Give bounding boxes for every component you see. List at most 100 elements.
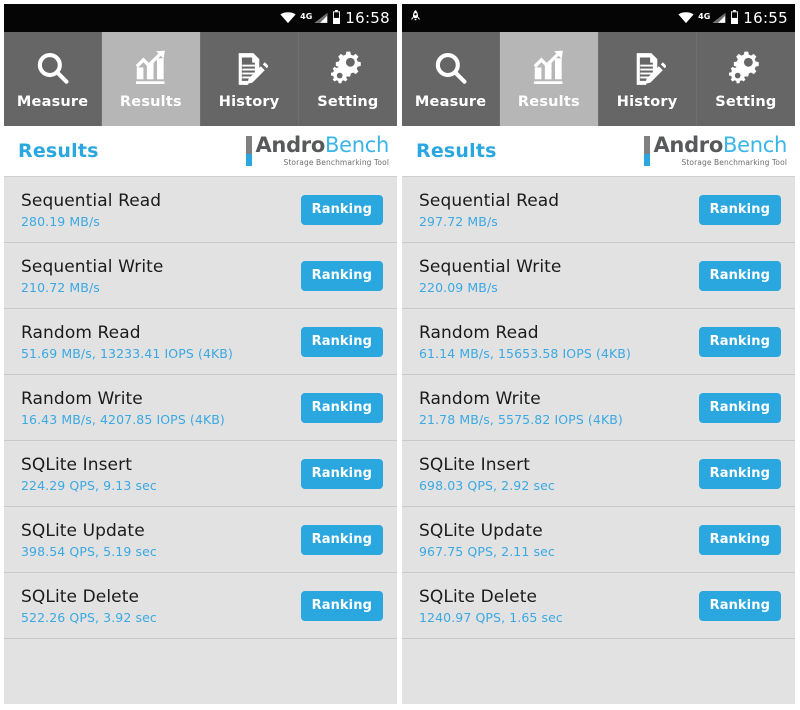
status-bar: 4G 16:58 <box>4 4 397 32</box>
result-row[interactable]: SQLite Update 967.75 QPS, 2.11 sec Ranking <box>402 507 795 573</box>
signal-icon <box>712 9 726 28</box>
tab-setting[interactable]: Setting <box>697 32 795 126</box>
logo-wordmark: AndroBench <box>653 135 787 156</box>
benchmark-value: 21.78 MB/s, 5575.82 IOPS (4KB) <box>419 411 623 427</box>
magnifier-icon <box>432 48 470 90</box>
benchmark-name: Random Write <box>419 388 541 409</box>
logo-tagline: Storage Benchmarking Tool <box>681 158 787 167</box>
ranking-button[interactable]: Ranking <box>300 590 383 621</box>
androbench-logo: AndroBench Storage Benchmarking Tool <box>246 134 389 168</box>
result-row[interactable]: Sequential Read 280.19 MB/s Ranking <box>4 177 397 243</box>
ranking-button[interactable]: Ranking <box>300 260 383 291</box>
benchmark-value: 61.14 MB/s, 15653.58 IOPS (4KB) <box>419 345 631 361</box>
result-row[interactable]: Random Read 61.14 MB/s, 15653.58 IOPS (4K… <box>402 309 795 375</box>
result-row[interactable]: SQLite Insert 698.03 QPS, 2.92 sec Ranking <box>402 441 795 507</box>
tab-label: Results <box>119 94 182 110</box>
ranking-button[interactable]: Ranking <box>300 458 383 489</box>
benchmark-name: Random Read <box>419 322 539 343</box>
battery-icon <box>332 9 341 28</box>
benchmark-value: 210.72 MB/s <box>21 279 100 295</box>
benchmark-name: SQLite Update <box>419 520 543 541</box>
page-title: Results <box>18 140 99 162</box>
logo-wordmark: AndroBench <box>255 135 389 156</box>
benchmark-value: 522.26 QPS, 3.92 sec <box>21 609 157 625</box>
ranking-button[interactable]: Ranking <box>300 392 383 423</box>
ranking-button[interactable]: Ranking <box>698 458 781 489</box>
ranking-button[interactable]: Ranking <box>698 590 781 621</box>
document-pencil-icon <box>628 48 667 90</box>
ranking-button[interactable]: Ranking <box>300 194 383 225</box>
bar-chart-icon <box>132 48 170 90</box>
result-row[interactable]: SQLite Update 398.54 QPS, 5.19 sec Ranking <box>4 507 397 573</box>
tab-label: History <box>616 94 678 110</box>
logo-andro-text: Andro <box>653 133 723 157</box>
result-text: SQLite Insert 698.03 QPS, 2.92 sec <box>419 455 555 493</box>
wifi-icon <box>280 9 296 28</box>
result-text: Random Read 51.69 MB/s, 13233.41 IOPS (4K… <box>21 323 233 361</box>
result-text: Random Write 16.43 MB/s, 4207.85 IOPS (4K… <box>21 389 225 427</box>
tab-measure[interactable]: Measure <box>4 32 103 126</box>
benchmark-name: SQLite Delete <box>419 586 538 607</box>
benchmark-value: 967.75 QPS, 2.11 sec <box>419 543 555 559</box>
result-row[interactable]: Sequential Write 210.72 MB/s Ranking <box>4 243 397 309</box>
result-row[interactable]: Sequential Read 297.72 MB/s Ranking <box>402 177 795 243</box>
benchmark-name: SQLite Insert <box>21 454 132 475</box>
ranking-button[interactable]: Ranking <box>300 326 383 357</box>
result-text: SQLite Update 398.54 QPS, 5.19 sec <box>21 521 157 559</box>
result-text: SQLite Insert 224.29 QPS, 9.13 sec <box>21 455 157 493</box>
benchmark-value: 51.69 MB/s, 13233.41 IOPS (4KB) <box>21 345 233 361</box>
status-bar-indicators: 4G 16:58 <box>280 9 390 28</box>
results-list: Sequential Read 297.72 MB/s Ranking Sequent… <box>402 176 795 704</box>
tab-history[interactable]: History <box>599 32 697 126</box>
tab-history[interactable]: History <box>201 32 299 126</box>
ranking-button[interactable]: Ranking <box>698 326 781 357</box>
result-row[interactable]: SQLite Delete 1240.97 QPS, 1.65 sec Rankin… <box>402 573 795 639</box>
tab-label: Setting <box>715 94 777 110</box>
result-row[interactable]: Random Read 51.69 MB/s, 13233.41 IOPS (4K… <box>4 309 397 375</box>
benchmark-value: 698.03 QPS, 2.92 sec <box>419 477 555 493</box>
result-text: Random Write 21.78 MB/s, 5575.82 IOPS (4K… <box>419 389 623 427</box>
ranking-button[interactable]: Ranking <box>300 524 383 555</box>
gears-icon <box>329 48 367 90</box>
logo-accent-bar <box>644 136 651 166</box>
tab-label: Results <box>517 94 580 110</box>
logo-text: AndroBench Storage Benchmarking Tool <box>653 134 787 168</box>
benchmark-value: 220.09 MB/s <box>419 279 498 295</box>
ranking-button[interactable]: Ranking <box>698 194 781 225</box>
tab-label: History <box>218 94 280 110</box>
result-row[interactable]: Sequential Write 220.09 MB/s Ranking <box>402 243 795 309</box>
logo-andro-text: Andro <box>255 133 325 157</box>
tab-measure[interactable]: Measure <box>402 32 501 126</box>
result-text: Sequential Write 220.09 MB/s <box>419 257 561 295</box>
tab-results[interactable]: Results <box>102 32 201 126</box>
result-text: Random Read 61.14 MB/s, 15653.58 IOPS (4K… <box>419 323 631 361</box>
benchmark-value: 1240.97 QPS, 1.65 sec <box>419 609 563 625</box>
result-text: SQLite Delete 522.26 QPS, 3.92 sec <box>21 587 157 625</box>
benchmark-name: Sequential Write <box>419 256 562 277</box>
benchmark-name: Sequential Write <box>21 256 164 277</box>
logo-text: AndroBench Storage Benchmarking Tool <box>255 134 389 168</box>
ranking-button[interactable]: Ranking <box>698 260 781 291</box>
logo-bench-text: Bench <box>325 133 389 157</box>
ranking-button[interactable]: Ranking <box>698 392 781 423</box>
tab-setting[interactable]: Setting <box>299 32 397 126</box>
result-row[interactable]: Random Write 21.78 MB/s, 5575.82 IOPS (4K… <box>402 375 795 441</box>
benchmark-value: 398.54 QPS, 5.19 sec <box>21 543 157 559</box>
signal-icon <box>314 9 328 28</box>
tab-results[interactable]: Results <box>500 32 599 126</box>
rocket-icon <box>408 9 423 28</box>
ranking-button[interactable]: Ranking <box>698 524 781 555</box>
logo-tagline: Storage Benchmarking Tool <box>283 158 389 167</box>
result-row[interactable]: Random Write 16.43 MB/s, 4207.85 IOPS (4K… <box>4 375 397 441</box>
logo-bench-text: Bench <box>723 133 787 157</box>
phone-screen-1: 4G 16:58 Measure Results History Setting Resul… <box>4 4 397 704</box>
phone-screen-2: 4G 16:55 Measure Results History Setting Resul… <box>402 4 795 704</box>
status-bar: 4G 16:55 <box>402 4 795 32</box>
benchmark-name: Random Write <box>21 388 143 409</box>
result-row[interactable]: SQLite Delete 522.26 QPS, 3.92 sec Ranking <box>4 573 397 639</box>
main-tab-bar: Measure Results History Setting <box>4 32 397 126</box>
status-bar-clock: 16:58 <box>345 9 390 27</box>
result-row[interactable]: SQLite Insert 224.29 QPS, 9.13 sec Ranking <box>4 441 397 507</box>
document-pencil-icon <box>230 48 269 90</box>
benchmark-value: 16.43 MB/s, 4207.85 IOPS (4KB) <box>21 411 225 427</box>
